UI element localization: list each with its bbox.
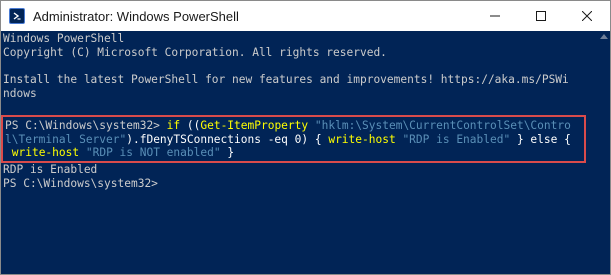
console-output[interactable]: Windows PowerShell Copyright (C) Microso… [1, 32, 596, 274]
close-brace: } [220, 146, 235, 160]
header-line: Windows PowerShell [3, 32, 125, 45]
open-parens: (( [180, 118, 201, 132]
prompt-text: PS C:\Windows\system32> [5, 118, 167, 132]
window-title: Administrator: Windows PowerShell [33, 8, 239, 24]
scroll-up-arrow-icon[interactable] [600, 34, 608, 39]
property-expression: ).fDenyTSConnections -eq 0) { [126, 132, 329, 146]
vertical-scrollbar[interactable] [598, 32, 610, 274]
close-icon [582, 11, 592, 21]
cmdlet-write-host: write-host [11, 146, 80, 160]
maximize-button[interactable] [518, 1, 564, 31]
command-line-3: write-host "RDP is NOT enabled" } [5, 146, 584, 160]
cmdlet-write-host: write-host [328, 132, 396, 146]
highlighted-command: PS C:\Windows\system32> if ((Get-ItemPro… [1, 114, 586, 164]
command-line-2: l\Terminal Server").fDenyTSConnections -… [5, 133, 584, 147]
install-message-line: Install the latest PowerShell for new fe… [3, 73, 569, 87]
registry-path-string: "hklm:\System\CurrentControlSet\Contro [314, 118, 571, 132]
powershell-icon [9, 8, 25, 24]
else-clause: } else { [510, 132, 571, 146]
minimize-button[interactable] [472, 1, 518, 31]
powershell-window: Administrator: Windows PowerShell Window… [0, 0, 611, 275]
install-message-line-wrap: ndows [3, 87, 37, 101]
window-controls [472, 1, 610, 31]
command-line-1: PS C:\Windows\system32> if ((Get-ItemPro… [5, 119, 584, 133]
maximize-icon [536, 11, 546, 21]
copyright-line: Copyright (C) Microsoft Corporation. All… [3, 45, 387, 59]
command-output-line: RDP is Enabled [3, 163, 98, 177]
cmdlet-get-itemproperty: Get-ItemProperty [200, 118, 309, 132]
string-rdp-enabled: "RDP is Enabled" [402, 132, 511, 146]
close-button[interactable] [564, 1, 610, 31]
minimize-icon [490, 15, 500, 17]
title-bar[interactable]: Administrator: Windows PowerShell [1, 1, 610, 31]
final-prompt-line[interactable]: PS C:\Windows\system32> [3, 177, 596, 191]
registry-path-string-wrap: l\Terminal Server" [5, 132, 127, 146]
string-rdp-not-enabled: "RDP is NOT enabled" [85, 146, 221, 160]
keyword-if: if [166, 118, 181, 132]
